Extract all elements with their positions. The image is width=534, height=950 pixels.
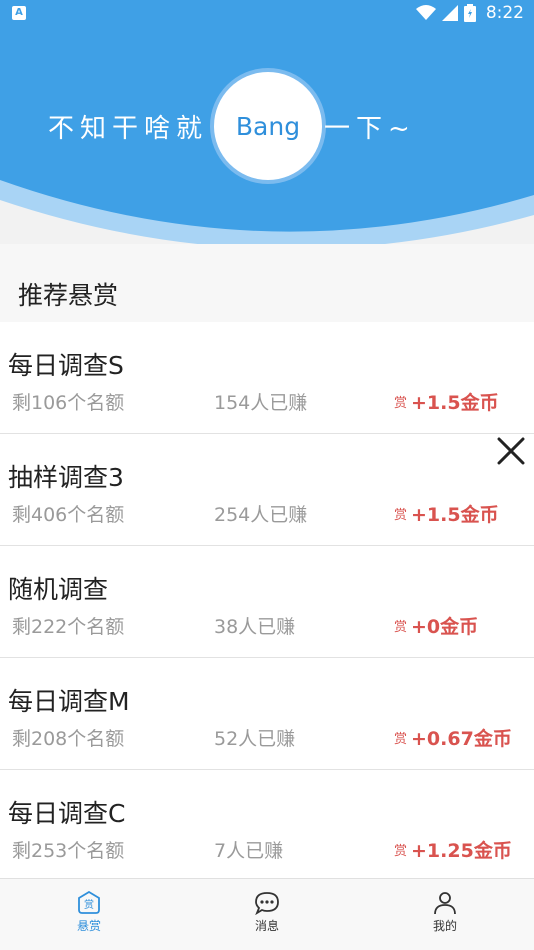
task-reward: 赏 +1.5金币	[394, 388, 499, 415]
nav-item-profile[interactable]: 我的	[356, 879, 534, 950]
app-notification-icon: A	[12, 6, 26, 20]
reward-icon: 赏	[78, 891, 100, 914]
close-icon[interactable]	[494, 434, 528, 468]
task-earned-count: 154人已赚	[214, 392, 308, 414]
nav-label-reward: 悬赏	[76, 919, 101, 933]
task-remaining: 剩106个名额	[12, 392, 125, 414]
task-reward: 赏 +0.67金币	[394, 724, 512, 751]
task-earned-count: 38人已赚	[214, 616, 296, 638]
profile-icon	[434, 892, 456, 915]
task-item[interactable]: 每日调查M 剩208个名额 52人已赚 赏 +0.67金币	[0, 658, 534, 770]
slogan-left: 不知干啥就	[48, 114, 209, 144]
task-name: 每日调查M	[8, 687, 130, 716]
battery-icon	[463, 4, 476, 22]
task-reward: 赏 +0金币	[394, 612, 478, 639]
reward-label: 赏	[394, 844, 408, 859]
reward-value: +0.67金币	[411, 728, 512, 750]
nav-label-profile: 我的	[432, 919, 457, 933]
nav-item-message[interactable]: 消息	[178, 879, 356, 950]
nav-item-reward[interactable]: 赏 悬赏	[0, 879, 178, 950]
signal-icon	[441, 5, 458, 21]
task-earned-count: 52人已赚	[214, 728, 296, 750]
task-name: 抽样调查3	[8, 463, 124, 492]
reward-value: +1.25金币	[411, 840, 512, 862]
reward-value: +1.5金币	[411, 504, 499, 526]
reward-label: 赏	[394, 620, 408, 635]
task-name: 每日调查C	[8, 799, 126, 828]
task-earned-count: 7人已赚	[214, 840, 284, 862]
task-remaining: 剩208个名额	[12, 728, 125, 750]
task-reward: 赏 +1.25金币	[394, 836, 512, 863]
reward-label: 赏	[394, 396, 408, 411]
svg-text:赏: 赏	[84, 899, 94, 911]
reward-value: +1.5金币	[411, 392, 499, 414]
task-item[interactable]: 每日调查S 剩106个名额 154人已赚 赏 +1.5金币	[0, 322, 534, 434]
reward-label: 赏	[394, 508, 408, 523]
section-title: 推荐悬赏	[18, 281, 119, 310]
task-name: 每日调查S	[8, 351, 124, 380]
bottom-nav: 赏 悬赏 消息 我的	[0, 878, 534, 950]
slogan-right: 一下~	[324, 114, 416, 144]
reward-value: +0金币	[411, 616, 479, 638]
task-name: 随机调查	[8, 575, 109, 604]
reward-label: 赏	[394, 732, 408, 747]
task-list: 每日调查S 剩106个名额 154人已赚 赏 +1.5金币 抽样调查3 剩406…	[0, 322, 534, 878]
section-header: 推荐悬赏	[0, 244, 534, 322]
nav-label-message: 消息	[254, 919, 279, 933]
task-remaining: 剩406个名额	[12, 504, 125, 526]
task-remaining: 剩222个名额	[12, 616, 125, 638]
logo-text: Bang	[235, 111, 301, 141]
bang-logo-button[interactable]: Bang	[214, 72, 322, 180]
task-item[interactable]: 每日调查C 剩253个名额 7人已赚 赏 +1.25金币	[0, 770, 534, 878]
status-bar: A 8:22	[0, 0, 534, 28]
task-item[interactable]: 随机调查 剩222个名额 38人已赚 赏 +0金币	[0, 546, 534, 658]
task-remaining: 剩253个名额	[12, 840, 125, 862]
task-earned-count: 254人已赚	[214, 504, 308, 526]
task-item[interactable]: 抽样调查3 剩406个名额 254人已赚 赏 +1.5金币	[0, 434, 534, 546]
wifi-icon	[415, 5, 436, 20]
status-time: 8:22	[485, 3, 524, 23]
message-icon	[255, 892, 279, 915]
task-reward: 赏 +1.5金币	[394, 500, 499, 527]
header-banner: A 8:22 不知干啥就 Bang 一下~	[0, 0, 534, 244]
